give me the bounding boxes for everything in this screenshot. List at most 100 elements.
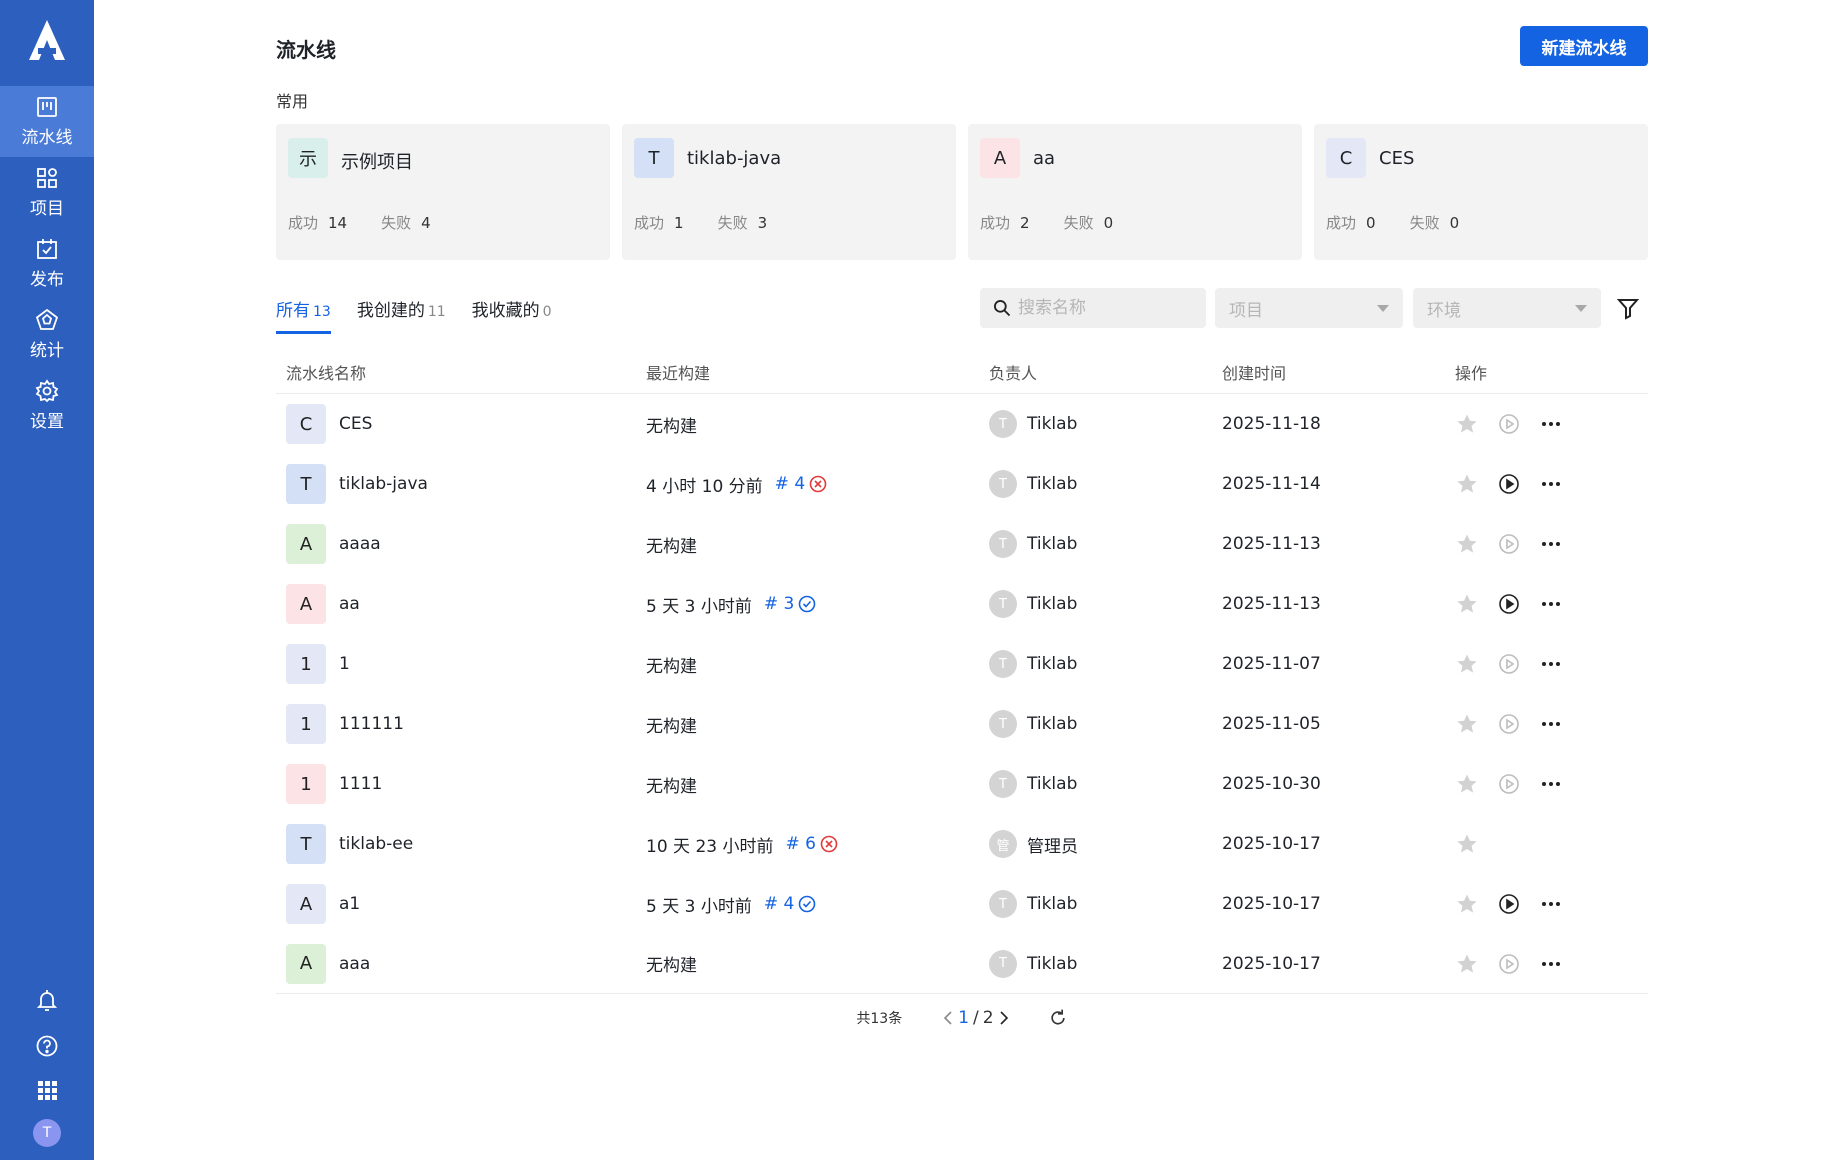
pipeline-name-link[interactable]: aaaa <box>339 534 381 554</box>
more-icon[interactable] <box>1539 772 1563 796</box>
build-number-link[interactable]: # 6 <box>785 834 815 854</box>
recent-build-cell: 4 小时 10 分前 # 4 <box>646 472 989 497</box>
build-number-link[interactable]: # 4 <box>764 894 794 914</box>
success-count: 0 <box>1366 214 1376 232</box>
run-icon[interactable] <box>1497 652 1521 676</box>
apps-button[interactable] <box>0 1078 94 1102</box>
pipeline-name-link[interactable]: tiklab-java <box>339 474 428 494</box>
refresh-icon[interactable] <box>1048 1008 1068 1028</box>
more-icon[interactable] <box>1539 652 1563 676</box>
pipeline-tabs: 所有 13 我创建的 11 我收藏的 0 <box>276 290 552 334</box>
owner-name: Tiklab <box>1027 534 1078 554</box>
settings-gear-icon <box>35 379 59 403</box>
star-icon[interactable] <box>1455 472 1479 496</box>
filter-icon[interactable] <box>1616 296 1640 320</box>
table-row[interactable]: Ttiklab-java 4 小时 10 分前 # 4 T Tiklab 2025-11-… <box>276 454 1648 514</box>
project-select[interactable]: 项目 <box>1215 288 1403 328</box>
sidebar-item-statistics[interactable]: 统计 <box>0 299 94 370</box>
build-number-link[interactable]: # 3 <box>764 594 794 614</box>
run-icon[interactable] <box>1497 412 1521 436</box>
common-card[interactable]: Aaa 成功 2 失败 0 <box>968 124 1302 260</box>
run-icon[interactable] <box>1497 592 1521 616</box>
actions-cell <box>1455 412 1648 436</box>
pipeline-name-link[interactable]: aaa <box>339 954 370 974</box>
more-icon[interactable] <box>1539 532 1563 556</box>
user-avatar-button[interactable]: T <box>0 1119 94 1147</box>
created-date: 2025-10-30 <box>1222 774 1321 794</box>
common-card[interactable]: 示示例项目 成功 14 失败 4 <box>276 124 610 260</box>
chevron-right-icon[interactable] <box>998 1010 1010 1026</box>
pipeline-name-link[interactable]: aa <box>339 594 360 614</box>
sidebar-item-release[interactable]: 发布 <box>0 228 94 299</box>
table-row[interactable]: Aaaa 无构建 T Tiklab 2025-10-17 <box>276 934 1648 994</box>
pipeline-name-link[interactable]: tiklab-ee <box>339 834 413 854</box>
table-row[interactable]: Aa1 5 天 3 小时前 # 4 T Tiklab 2025-10-17 <box>276 874 1648 934</box>
star-icon[interactable] <box>1455 412 1479 436</box>
chevron-left-icon[interactable] <box>942 1010 954 1026</box>
project-select-placeholder: 项目 <box>1229 300 1263 321</box>
star-icon[interactable] <box>1455 592 1479 616</box>
build-fail-icon <box>809 475 827 493</box>
table-row[interactable]: Aaaaa 无构建 T Tiklab 2025-11-13 <box>276 514 1648 574</box>
run-icon[interactable] <box>1497 952 1521 976</box>
owner-cell: T Tiklab <box>989 770 1222 798</box>
run-icon[interactable] <box>1497 532 1521 556</box>
more-icon[interactable] <box>1539 892 1563 916</box>
sidebar-item-settings[interactable]: 设置 <box>0 370 94 441</box>
current-page: 1 <box>958 1008 970 1028</box>
table-row[interactable]: C CES 无构建 T Tiklab 2025-11-18 <box>276 394 1648 454</box>
tab-favorites[interactable]: 我收藏的 0 <box>472 290 552 334</box>
notification-button[interactable] <box>0 988 94 1012</box>
sidebar-item-pipeline[interactable]: 流水线 <box>0 86 94 157</box>
logo-icon[interactable] <box>25 18 69 62</box>
pipeline-name-link[interactable]: 1 <box>339 654 350 674</box>
star-icon[interactable] <box>1455 712 1479 736</box>
pipeline-name-link[interactable]: 111111 <box>339 714 404 734</box>
common-card[interactable]: C CES 成功 0 失败 0 <box>1314 124 1648 260</box>
star-icon[interactable] <box>1455 772 1479 796</box>
run-icon[interactable] <box>1497 712 1521 736</box>
build-time: 无构建 <box>646 416 697 437</box>
pipeline-icon <box>37 97 57 117</box>
help-button[interactable] <box>0 1034 94 1058</box>
owner-cell: T Tiklab <box>989 410 1222 438</box>
owner-name: Tiklab <box>1027 714 1078 734</box>
created-date: 2025-11-18 <box>1222 414 1321 434</box>
pipeline-avatar: A <box>286 584 326 624</box>
tab-created-by-me[interactable]: 我创建的 11 <box>357 290 446 334</box>
star-icon[interactable] <box>1455 952 1479 976</box>
run-icon[interactable] <box>1497 892 1521 916</box>
star-icon[interactable] <box>1455 652 1479 676</box>
build-number-link[interactable]: # 4 <box>775 474 805 494</box>
table-row[interactable]: Aaa 5 天 3 小时前 # 3 T Tiklab 2025-11-13 <box>276 574 1648 634</box>
avatar: T <box>989 770 1017 798</box>
environment-select[interactable]: 环境 <box>1413 288 1601 328</box>
more-icon[interactable] <box>1539 952 1563 976</box>
sidebar-item-project[interactable]: 项目 <box>0 157 94 228</box>
common-card[interactable]: Ttiklab-java 成功 1 失败 3 <box>622 124 956 260</box>
star-icon[interactable] <box>1455 532 1479 556</box>
actions-cell <box>1455 952 1648 976</box>
more-icon[interactable] <box>1539 592 1563 616</box>
search-input[interactable] <box>1018 298 1188 318</box>
star-icon[interactable] <box>1455 832 1479 856</box>
common-section-label: 常用 <box>276 92 309 111</box>
pipeline-name-link[interactable]: CES <box>339 414 372 434</box>
tab-label: 我收藏的 <box>471 301 540 321</box>
table-row[interactable]: 1 1 无构建 T Tiklab 2025-11-07 <box>276 634 1648 694</box>
more-icon[interactable] <box>1539 412 1563 436</box>
star-icon[interactable] <box>1455 892 1479 916</box>
avatar: 管 <box>989 830 1017 858</box>
success-count: 2 <box>1020 214 1030 232</box>
more-icon[interactable] <box>1539 712 1563 736</box>
more-icon[interactable] <box>1539 472 1563 496</box>
pipeline-name-link[interactable]: a1 <box>339 894 360 914</box>
table-row[interactable]: Ttiklab-ee 10 天 23 小时前 # 6 管管理员 2025-10-17 <box>276 814 1648 874</box>
run-icon[interactable] <box>1497 472 1521 496</box>
table-row[interactable]: 1 1111 无构建 T Tiklab 2025-10-30 <box>276 754 1648 814</box>
run-icon[interactable] <box>1497 772 1521 796</box>
table-row[interactable]: 1 111111 无构建 T Tiklab 2025-11-05 <box>276 694 1648 754</box>
pipeline-name-link[interactable]: 1111 <box>339 774 382 794</box>
tab-all[interactable]: 所有 13 <box>276 290 331 334</box>
new-pipeline-button[interactable]: 新建流水线 <box>1520 26 1648 66</box>
